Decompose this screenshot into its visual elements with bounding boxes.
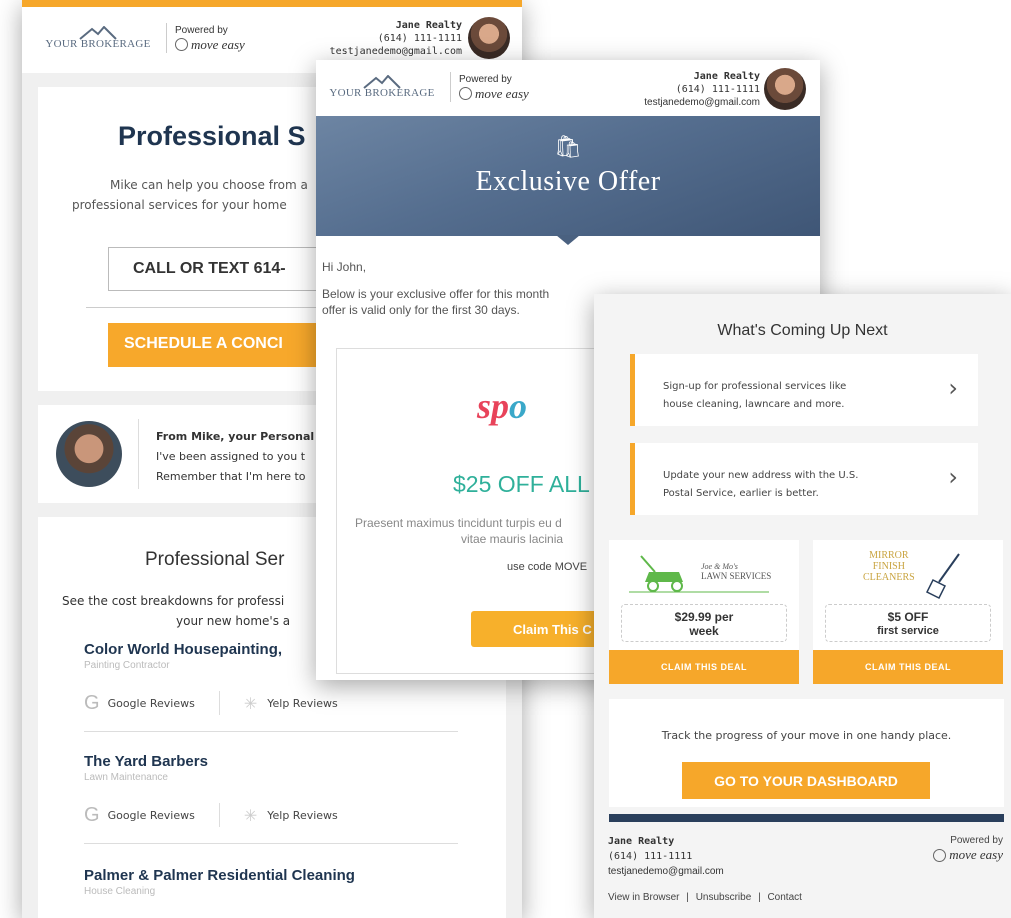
review-links: G Google Reviews ✳ Yelp Reviews: [84, 803, 458, 827]
agent-phone: (614) 111-1111: [377, 33, 462, 44]
chevron-right-icon: ›: [948, 463, 958, 491]
link-separator: |: [686, 892, 689, 903]
google-reviews-link[interactable]: Google Reviews: [108, 809, 195, 822]
email-header: YOUR BROKERAGE Powered by move easy Jane…: [316, 60, 820, 116]
claim-deal-button[interactable]: CLAIM THIS DEAL: [813, 650, 1003, 684]
shopping-bag-icon: 🛍: [554, 134, 582, 159]
brokerage-logo: YOUR BROKERAGE: [322, 75, 442, 99]
section-title: What's Coming Up Next: [717, 322, 888, 339]
page-title: Professional S: [118, 121, 306, 151]
move-easy-logo: move easy: [175, 37, 245, 53]
services-heading: Professional Ser: [145, 549, 285, 570]
offer-amount: $25 OFF ALL: [453, 471, 590, 497]
agent-avatar: [468, 17, 510, 59]
house-icon: [175, 38, 188, 51]
deal-card-lawn: Joe & Mo's LAWN SERVICES $29.99 per week…: [609, 540, 799, 684]
powered-by-label: Powered by: [175, 24, 228, 36]
hero-title: Exclusive Offer: [475, 166, 661, 197]
brokerage-logo: YOUR BROKERAGE: [38, 26, 158, 50]
greeting: Hi John,: [322, 260, 367, 274]
agent-info: Jane Realty (614) 111-1111 testjanedemo@…: [330, 19, 462, 58]
house-icon: [459, 87, 472, 100]
agent-name: Jane Realty: [395, 20, 462, 31]
agent-info: Jane Realty (614) 111-1111 testjanedemo@…: [644, 70, 760, 109]
agent-avatar: [764, 68, 806, 110]
offer-intro: Below is your exclusive offer for this m…: [322, 287, 550, 317]
google-icon: G: [84, 691, 100, 714]
mirror-finish-logo: MIRROR FINISH CLEANERS: [813, 548, 1003, 602]
deal-price: $5 OFF first service: [825, 604, 991, 642]
google-icon: G: [84, 803, 100, 826]
agent-email[interactable]: testjanedemo@gmail.com: [330, 45, 462, 58]
divider: [218, 691, 220, 715]
agent-name: Jane Realty: [693, 71, 760, 82]
contact-link[interactable]: Contact: [767, 892, 801, 903]
agent-phone: (614) 111-1111: [675, 84, 760, 95]
broom-icon: [925, 553, 960, 600]
move-easy-logo: move easy: [933, 848, 1003, 862]
yelp-icon: ✳: [243, 693, 258, 713]
footer-links: View in Browser | Unsubscribe | Contact: [608, 892, 806, 903]
dashboard-panel: Track the progress of your move in one h…: [609, 699, 1004, 807]
divider: [84, 843, 458, 844]
deal-price: $29.99 per week: [621, 604, 787, 642]
mike-avatar: [56, 421, 122, 487]
offer-description: Praesent maximus tincidunt turpis eu d v…: [355, 516, 564, 546]
link-separator: |: [758, 892, 761, 903]
step-text: Sign-up for professional services like h…: [663, 381, 847, 410]
footer-agent-info: Jane Realty (614) 111-1111 testjanedemo@…: [608, 836, 724, 879]
claim-deal-button[interactable]: CLAIM THIS DEAL: [609, 650, 799, 684]
mike-message: From Mike, your Personal I've been assig…: [156, 430, 315, 483]
review-links: G Google Reviews ✳ Yelp Reviews: [84, 691, 458, 715]
hero-notch: [556, 235, 580, 245]
next-step-address[interactable]: Update your new address with the U.S. Po…: [630, 443, 978, 515]
track-text: Track the progress of your move in one h…: [661, 729, 952, 742]
header-divider: [166, 23, 167, 53]
divider: [218, 803, 220, 827]
step-text: Update your new address with the U.S. Po…: [663, 470, 859, 499]
footer-email[interactable]: testjanedemo@gmail.com: [608, 864, 724, 879]
powered-by-label: Powered by: [459, 73, 512, 85]
powered-by-block: Powered by move easy: [175, 24, 245, 53]
chevron-right-icon: ›: [948, 374, 958, 402]
business-category: House Cleaning: [84, 886, 156, 897]
move-easy-logo: move easy: [459, 86, 529, 102]
business-name[interactable]: Palmer & Palmer Residential Cleaning: [84, 867, 458, 884]
header-divider: [450, 72, 451, 102]
google-reviews-link[interactable]: Google Reviews: [108, 697, 195, 710]
promo-code: use code MOVE: [507, 561, 588, 573]
yelp-reviews-link[interactable]: Yelp Reviews: [267, 697, 338, 710]
next-step-services[interactable]: Sign-up for professional services like h…: [630, 354, 978, 426]
view-in-browser-link[interactable]: View in Browser: [608, 892, 680, 903]
brand-block: YOUR BROKERAGE Powered by move easy: [38, 23, 245, 53]
brand-block: YOUR BROKERAGE Powered by move easy: [322, 72, 529, 102]
divider: [138, 419, 139, 489]
yelp-icon: ✳: [243, 805, 258, 825]
deal-card-cleaners: MIRROR FINISH CLEANERS $5 OFF first serv…: [813, 540, 1003, 684]
services-description: See the cost breakdowns for professi you…: [62, 594, 291, 628]
business-item: Palmer & Palmer Residential Cleaning Hou…: [84, 867, 458, 897]
footer-powered-by: Powered by move easy: [933, 834, 1003, 862]
hero-banner: 🛍 Exclusive Offer: [316, 116, 820, 236]
unsubscribe-link[interactable]: Unsubscribe: [696, 892, 752, 903]
powered-by-block: Powered by move easy: [459, 73, 529, 102]
business-category: Lawn Maintenance: [84, 772, 168, 783]
business-item: The Yard Barbers Lawn Maintenance G Goog…: [84, 753, 458, 844]
go-to-dashboard-button[interactable]: GO TO YOUR DASHBOARD: [682, 762, 930, 799]
spot-logo: spo: [477, 386, 528, 426]
lawn-services-logo: Joe & Mo's LAWN SERVICES: [609, 548, 799, 602]
agent-email[interactable]: testjanedemo@gmail.com: [644, 96, 760, 109]
yelp-reviews-link[interactable]: Yelp Reviews: [267, 809, 338, 822]
email-whats-next: What's Coming Up Next Sign-up for profes…: [594, 294, 1011, 918]
footer-bar: [609, 814, 1004, 822]
divider: [84, 731, 458, 732]
business-name[interactable]: The Yard Barbers: [84, 753, 458, 770]
house-icon: [933, 848, 947, 862]
